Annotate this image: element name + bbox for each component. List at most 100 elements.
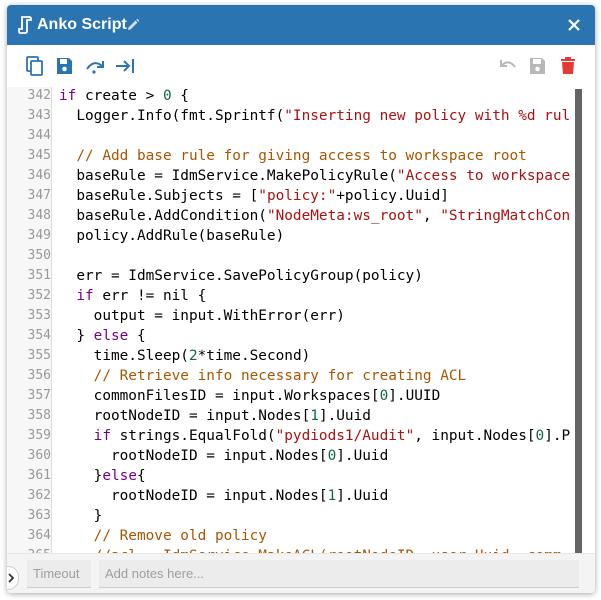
code-token-plain: policy.AddRule(baseRule) [59,228,285,244]
code-line[interactable]: 344 [7,126,575,146]
line-number-text: 344 [27,128,51,143]
code-token-number: 0 [379,388,389,404]
code-token-comment: // Add base rule for giving access to wo… [59,148,527,164]
line-number-text: 363 [27,508,51,523]
code-line[interactable]: 348 baseRule.AddCondition("NodeMeta:ws_r… [7,206,575,226]
code-token-comment: // Retrieve info necessary for creating … [59,368,467,384]
code-editor[interactable]: 342 if create > 0 {343 Logger.Info(fmt.Sp… [7,87,595,553]
line-number: 346 [7,166,51,186]
code-line[interactable]: 359 if strings.EqualFold("pydiods1/Audit… [7,426,575,446]
code-token-number: 1 [327,488,337,504]
code-line[interactable]: 343 Logger.Info(fmt.Sprintf("Inserting n… [7,106,575,126]
code-line[interactable]: 349 policy.AddRule(baseRule) [7,226,575,246]
line-number: 343 [7,106,51,126]
save-icon[interactable] [527,55,549,77]
code-line[interactable]: 365 //acl = IdmService.MakeACL(rootNodeI… [7,546,575,553]
line-number: 361 [7,466,51,486]
code-line[interactable]: 357 commonFilesID = input.Workspaces[0].… [7,386,575,406]
indent-arrow-icon[interactable] [114,55,136,77]
line-number-text: 347 [27,188,51,203]
code-token-plain: } [59,328,94,344]
code-text: err = IdmService.SavePolicyGroup(policy) [59,266,423,286]
code-line[interactable]: 356 // Retrieve info necessary for creat… [7,366,575,386]
line-number: 359 [7,426,51,446]
code-token-number: 0 [327,448,337,464]
code-token-plain: ].Uuid [318,408,371,424]
code-text: if strings.EqualFold("pydiods1/Audit", i… [59,426,571,446]
code-line[interactable]: 362 rootNodeID = input.Nodes[1].Uuid [7,486,575,506]
code-token-plain: output = input.WithError(err) [59,308,345,324]
code-line[interactable]: 345 // Add base rule for giving access t… [7,146,575,166]
code-text: rootNodeID = input.Nodes[1].Uuid [59,406,371,426]
code-text: policy.AddRule(baseRule) [59,226,284,246]
code-token-plain: , [422,208,441,224]
redo-step-icon[interactable] [84,55,106,77]
close-icon[interactable] [566,17,582,33]
line-number: 344 [7,126,51,146]
line-number: 353 [7,306,51,326]
code-text: // Remove old policy [59,526,267,546]
code-text: rootNodeID = input.Nodes[0].Uuid [59,446,388,466]
line-number-text: 348 [27,208,51,223]
code-line[interactable]: 361 }else{ [7,466,575,486]
script-icon [18,16,32,34]
line-number-text: 349 [27,228,51,243]
code-line[interactable]: 363 } [7,506,575,526]
undo-icon[interactable] [497,55,519,77]
code-token-plain: Logger.Info(fmt.Sprintf( [59,108,285,124]
line-number: 360 [7,446,51,466]
code-line[interactable]: 354 } else { [7,326,575,346]
line-number: 352 [7,286,51,306]
editor-scrollbar[interactable] [575,87,595,553]
code-line[interactable]: 353 output = input.WithError(err) [7,306,575,326]
code-token-plain: err = IdmService.SavePolicyGroup(policy) [59,268,423,284]
code-lines[interactable]: 342 if create > 0 {343 Logger.Info(fmt.Sp… [7,87,575,553]
code-text: rootNodeID = input.Nodes[1].Uuid [59,486,388,506]
code-text: }else{ [59,466,146,486]
code-line[interactable]: 347 baseRule.Subjects = ["policy:"+polic… [7,186,575,206]
line-number: 349 [7,226,51,246]
line-number-text: 353 [27,308,51,323]
code-token-plain: { [128,328,146,344]
pencil-icon[interactable] [126,18,140,32]
line-number-text: 358 [27,408,51,423]
code-text: commonFilesID = input.Workspaces[0].UUID [59,386,441,406]
code-token-plain: baseRule = IdmService.MakePolicyRule( [59,168,397,184]
delete-icon[interactable] [557,55,579,77]
code-line[interactable]: 351 err = IdmService.SavePolicyGroup(pol… [7,266,575,286]
copy-icon[interactable] [24,55,46,77]
chevron-right-icon[interactable] [7,566,19,590]
code-token-plain: { [171,88,189,104]
line-number-text: 362 [27,488,51,503]
code-token-string: "NodeMeta:ws_root" [266,208,423,224]
code-line[interactable]: 352 if err != nil { [7,286,575,306]
code-token-keyword: else [93,328,129,344]
code-line[interactable]: 364 // Remove old policy [7,526,575,546]
code-token-plain: { [136,468,146,484]
code-line[interactable]: 360 rootNodeID = input.Nodes[0].Uuid [7,446,575,466]
code-token-keyword: if [59,88,77,104]
code-line[interactable]: 346 baseRule = IdmService.MakePolicyRule… [7,166,575,186]
notes-input[interactable] [99,560,579,588]
code-token-keyword: if [76,288,94,304]
code-line[interactable]: 342 if create > 0 { [7,87,575,106]
line-number: 362 [7,486,51,506]
dialog-titlebar: Anko Script [7,5,595,45]
scrollbar-thumb[interactable] [575,89,582,553]
code-text: // Add base rule for giving access to wo… [59,146,527,166]
code-line[interactable]: 355 time.Sleep(2*time.Second) [7,346,575,366]
code-token-plain: commonFilesID = input.Workspaces[ [59,388,380,404]
line-number-text: 345 [27,148,51,163]
line-number-text: 351 [27,268,51,283]
save-to-file-icon[interactable] [54,55,76,77]
code-line[interactable]: 350 [7,246,575,266]
code-token-comment: // Remove old policy [59,528,267,544]
code-text: } else { [59,326,146,346]
code-token-plain: rootNodeID = input.Nodes[ [59,448,328,464]
line-number: 356 [7,366,51,386]
code-token-plain: *time.Second) [197,348,311,364]
line-number-text: 357 [27,388,51,403]
code-line[interactable]: 358 rootNodeID = input.Nodes[1].Uuid [7,406,575,426]
code-token-plain: rootNodeID = input.Nodes[ [59,408,311,424]
timeout-field[interactable]: Timeout [27,560,91,588]
